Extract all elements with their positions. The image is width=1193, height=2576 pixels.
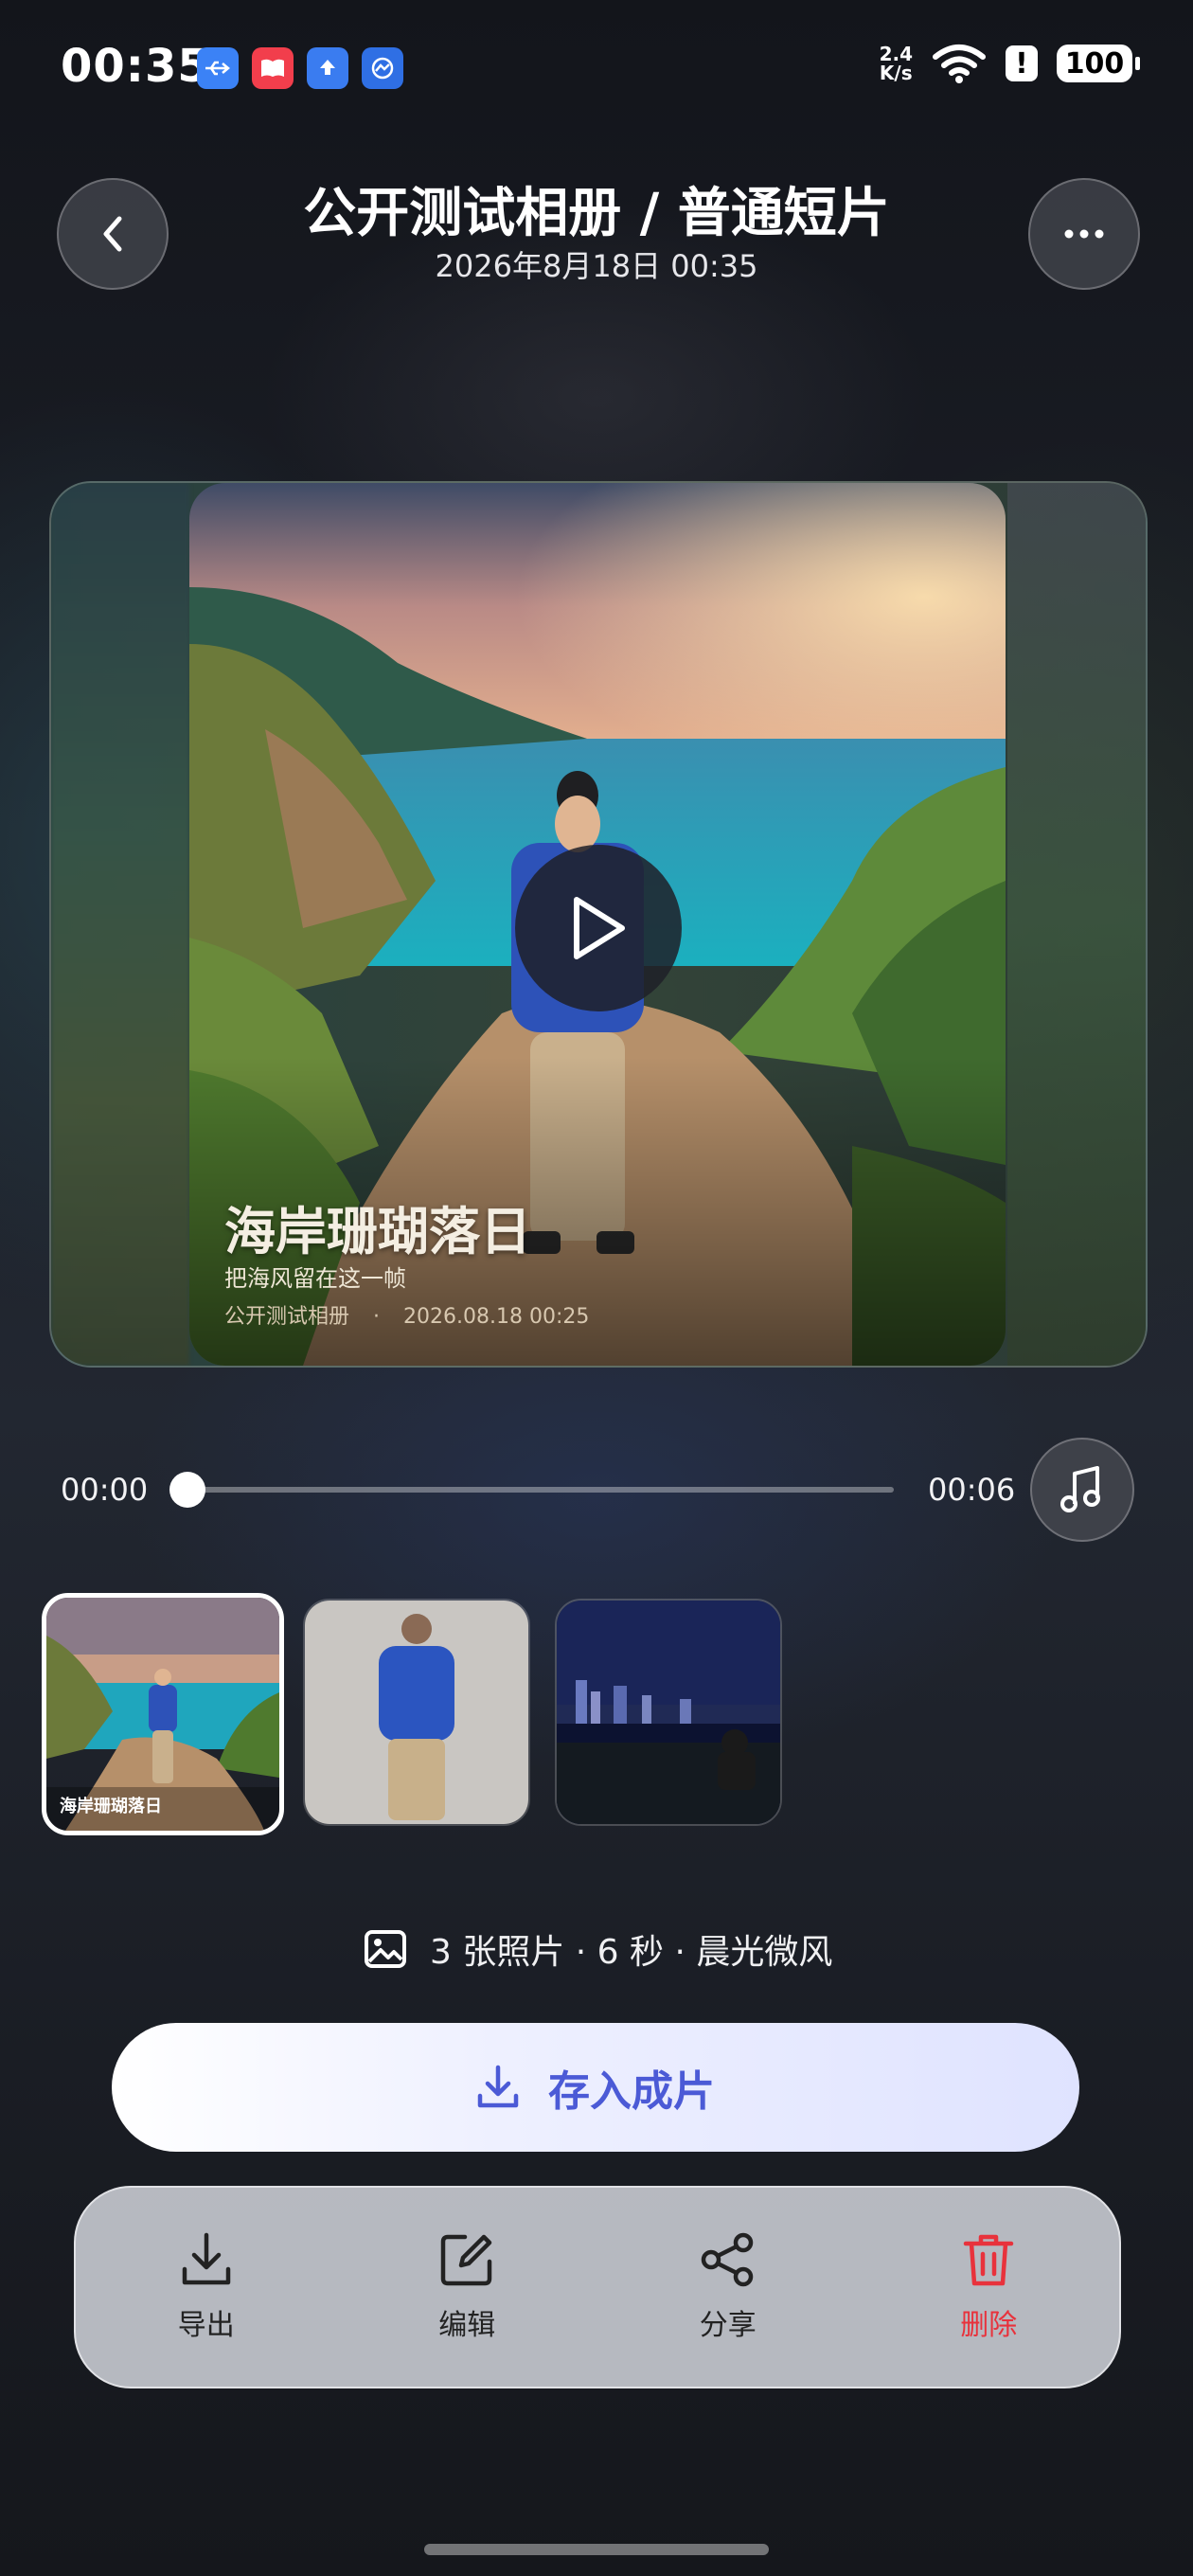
thumbnail-1[interactable]: 海岸珊瑚落日 — [42, 1593, 284, 1835]
video-info: 3 张照片 · 6 秒 · 晨光微风 — [364, 1924, 832, 1974]
status-time: 00:35 — [61, 40, 210, 93]
action-bar: 导出 编辑 分享 删除 — [74, 2186, 1121, 2388]
battery-icon: 100 — [1057, 45, 1140, 82]
video-subtitle-overlay: 把海风留在这一帧 — [224, 1265, 406, 1292]
music-note-icon — [1060, 1466, 1100, 1512]
video-title-overlay: 海岸珊瑚落日 — [224, 1202, 531, 1261]
book-icon — [252, 47, 294, 89]
video-meta-overlay: 公开测试相册 · 2026.08.18 00:25 — [224, 1299, 589, 1330]
overlay-date: 2026.08.18 00:25 — [403, 1305, 590, 1329]
export-label: 导出 — [177, 2309, 235, 2342]
delete-button[interactable]: 删除 — [913, 2231, 1064, 2343]
edit-label: 编辑 — [438, 2309, 496, 2342]
total-time: 00:06 — [928, 1472, 1016, 1508]
save-to-film-label: 存入成片 — [548, 2067, 715, 2116]
save-to-film-button[interactable]: 存入成片 — [112, 2023, 1079, 2152]
trash-icon — [964, 2234, 1014, 2286]
back-button[interactable] — [57, 178, 169, 290]
share-button[interactable]: 分享 — [652, 2231, 804, 2343]
edit-button[interactable]: 编辑 — [391, 2231, 543, 2343]
export-button[interactable]: 导出 — [131, 2231, 282, 2343]
share-icon — [701, 2232, 753, 2287]
thumbnail-3[interactable] — [555, 1599, 782, 1826]
video-player[interactable] — [49, 481, 1148, 1368]
page-title: 公开测试相册 / 普通短片 — [303, 183, 890, 244]
home-indicator[interactable] — [424, 2544, 769, 2555]
download-icon — [477, 2065, 519, 2108]
play-button[interactable] — [515, 845, 682, 1011]
edit-icon — [441, 2234, 492, 2286]
thumbnail-caption: 海岸珊瑚落日 — [60, 1797, 162, 1816]
progress-knob[interactable] — [169, 1472, 205, 1508]
overlay-album: 公开测试相册 — [224, 1305, 350, 1329]
video-info-text: 3 张照片 · 6 秒 · 晨光微风 — [430, 1933, 833, 1972]
system-status-icons: 2.4 K/s ! 100 — [880, 44, 1140, 83]
alert-icon: ! — [1006, 45, 1038, 81]
play-icon — [574, 897, 625, 959]
more-icon — [1064, 229, 1104, 239]
upload-icon — [307, 47, 348, 89]
overlay-separator: · — [373, 1305, 381, 1329]
music-button[interactable] — [1030, 1438, 1134, 1542]
gallery-icon — [362, 47, 403, 89]
net-speed-value: 2.4 — [879, 43, 913, 65]
progress-track[interactable] — [187, 1487, 894, 1493]
image-icon — [365, 1930, 406, 1968]
share-label: 分享 — [699, 2309, 757, 2342]
net-speed-unit: K/s — [879, 62, 913, 84]
chevron-left-icon — [103, 216, 122, 252]
download-icon — [182, 2232, 230, 2285]
usb-icon — [197, 47, 239, 89]
delete-label: 删除 — [960, 2309, 1018, 2342]
next-frame-blur — [1007, 483, 1146, 1366]
wifi-icon — [933, 45, 986, 83]
network-speed: 2.4 K/s — [880, 45, 913, 82]
notification-icons — [197, 47, 403, 89]
previous-frame-blur — [51, 483, 189, 1366]
thumbnail-2[interactable] — [303, 1599, 530, 1826]
page-subtitle: 2026年8月18日 00:35 — [435, 248, 758, 284]
current-time: 00:00 — [61, 1472, 149, 1508]
more-button[interactable] — [1028, 178, 1140, 290]
